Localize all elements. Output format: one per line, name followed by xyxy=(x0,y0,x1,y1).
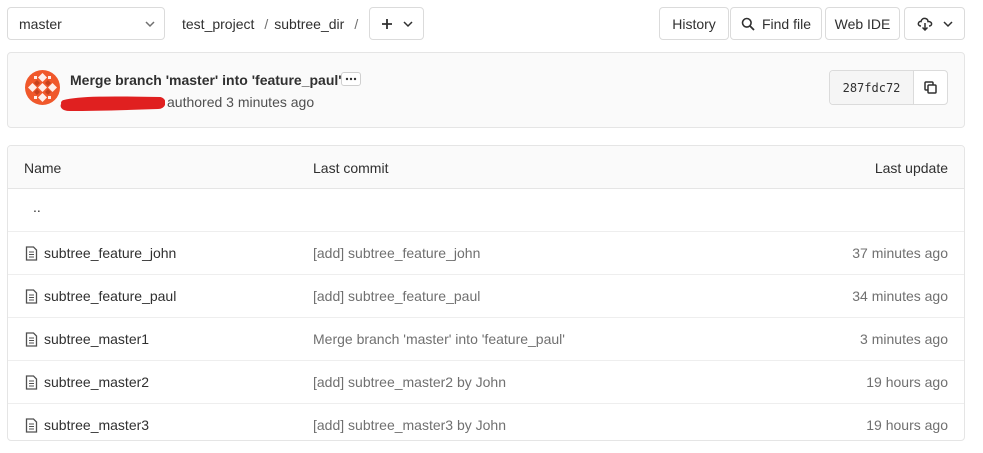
last-update-time: 19 hours ago xyxy=(866,374,948,390)
parent-directory-link[interactable]: .. xyxy=(33,199,41,215)
table-row: subtree_feature_paul [add] subtree_featu… xyxy=(8,275,964,318)
file-icon xyxy=(25,245,38,261)
commit-sha-group: 287fdc72 xyxy=(829,70,948,105)
file-name-link[interactable]: subtree_feature_paul xyxy=(25,288,176,304)
name-column-header: Name xyxy=(24,160,62,176)
last-update-time: 19 hours ago xyxy=(866,417,948,433)
file-name: subtree_master2 xyxy=(44,374,150,390)
breadcrumb-separator: / xyxy=(264,15,269,32)
file-name: subtree_feature_john xyxy=(44,245,177,261)
copy-sha-button[interactable] xyxy=(914,71,947,104)
chevron-down-icon xyxy=(145,21,155,28)
file-name: subtree_master1 xyxy=(44,331,150,347)
file-name-link[interactable]: subtree_master2 xyxy=(25,374,149,390)
parent-directory-row[interactable]: .. xyxy=(8,189,964,232)
find-file-label: Find file xyxy=(761,15,812,32)
add-dropdown-button[interactable] xyxy=(369,7,424,40)
branch-name: master xyxy=(19,15,62,32)
last-commit-link[interactable]: [add] subtree_feature_john xyxy=(313,245,480,261)
file-icon xyxy=(25,374,38,390)
file-icon xyxy=(25,417,38,433)
plus-icon xyxy=(381,18,392,29)
table-row: subtree_master1 Merge branch 'master' in… xyxy=(8,318,964,361)
table-row: subtree_feature_john [add] subtree_featu… xyxy=(8,232,964,275)
file-tree-table: Name Last commit Last update .. subtree_… xyxy=(7,145,965,441)
search-icon xyxy=(741,17,755,31)
breadcrumb-directory[interactable]: subtree_dir xyxy=(274,16,344,32)
redaction-scribble xyxy=(60,96,165,112)
last-update-column-header: Last update xyxy=(874,160,948,176)
chevron-down-icon xyxy=(942,20,953,27)
toggle-commit-description-button[interactable] xyxy=(341,72,361,86)
last-update-time: 37 minutes ago xyxy=(852,245,948,261)
commit-title-link[interactable]: Merge branch 'master' into 'feature_paul… xyxy=(70,72,342,88)
repo-toolbar: master test_project / subtree_dir / Hist… xyxy=(7,7,965,42)
table-row: subtree_master2 [add] subtree_master2 by… xyxy=(8,361,964,404)
table-header: Name Last commit Last update xyxy=(8,146,964,189)
download-dropdown-button[interactable] xyxy=(904,7,965,40)
last-update-time: 3 minutes ago xyxy=(860,331,948,347)
ellipsis-icon xyxy=(345,77,357,81)
last-commit-link[interactable]: [add] subtree_feature_paul xyxy=(313,288,480,304)
file-icon xyxy=(25,288,38,304)
last-update-time: 34 minutes ago xyxy=(852,288,948,304)
file-name-link[interactable]: subtree_master3 xyxy=(25,417,149,433)
last-commit-link[interactable]: Merge branch 'master' into 'feature_paul… xyxy=(313,331,565,347)
file-icon xyxy=(25,331,38,347)
table-row: subtree_master3 [add] subtree_master3 by… xyxy=(8,404,964,440)
find-file-button[interactable]: Find file xyxy=(730,7,822,40)
breadcrumb-separator: / xyxy=(354,15,359,32)
web-ide-button[interactable]: Web IDE xyxy=(825,7,900,40)
cloud-download-icon xyxy=(917,17,932,31)
avatar[interactable] xyxy=(25,70,60,105)
history-button[interactable]: History xyxy=(659,7,729,40)
history-label: History xyxy=(672,15,716,32)
copy-icon xyxy=(924,81,937,94)
breadcrumb-project[interactable]: test_project xyxy=(182,16,254,32)
web-ide-label: Web IDE xyxy=(834,15,891,32)
last-commit-column-header: Last commit xyxy=(313,160,389,176)
chevron-down-icon xyxy=(402,20,413,27)
file-name-link[interactable]: subtree_feature_john xyxy=(25,245,176,261)
commit-authored-time: authored 3 minutes ago xyxy=(167,94,315,110)
file-name-link[interactable]: subtree_master1 xyxy=(25,331,149,347)
breadcrumb: test_project / subtree_dir / xyxy=(182,7,364,40)
commit-sha[interactable]: 287fdc72 xyxy=(830,71,914,104)
last-commit-link[interactable]: [add] subtree_master3 by John xyxy=(313,417,506,433)
file-name: subtree_master3 xyxy=(44,417,150,433)
branch-dropdown[interactable]: master xyxy=(7,7,165,40)
file-name: subtree_feature_paul xyxy=(44,288,177,304)
last-commit-link[interactable]: [add] subtree_master2 by John xyxy=(313,374,506,390)
last-commit-panel: Merge branch 'master' into 'feature_paul… xyxy=(7,52,965,128)
